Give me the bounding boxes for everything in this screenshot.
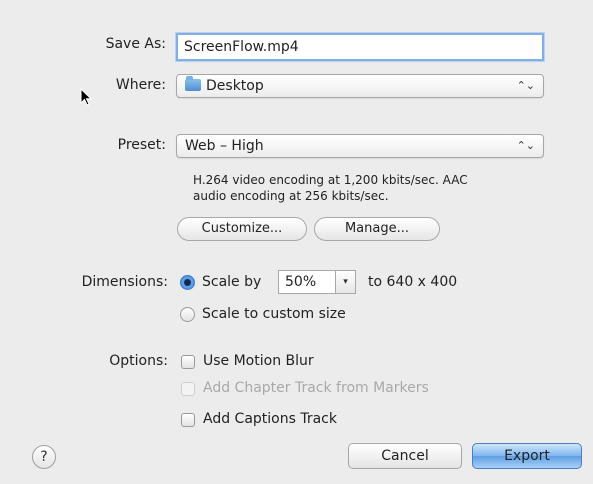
save-as-field[interactable]: ScreenFlow.mp4: [176, 33, 544, 61]
folder-icon: [185, 76, 201, 91]
scale-custom-radio[interactable]: [180, 307, 195, 322]
where-label: Where:: [115, 77, 166, 93]
popup-arrows-icon: ⌃⌄: [516, 139, 535, 152]
where-value: Desktop: [206, 78, 264, 94]
scale-by-radio[interactable]: [180, 275, 195, 290]
dimensions-label: Dimensions:: [81, 274, 168, 290]
preset-label: Preset:: [117, 137, 166, 153]
scale-by-label: Scale by: [202, 274, 262, 290]
scale-custom-label: Scale to custom size: [202, 306, 346, 322]
cancel-button[interactable]: Cancel: [348, 443, 462, 469]
captions-track-checkbox[interactable]: [181, 413, 195, 427]
manage-button[interactable]: Manage...: [314, 217, 440, 241]
chevron-down-icon: ▾: [343, 277, 348, 287]
where-popup[interactable]: Desktop ⌃⌄: [176, 74, 544, 98]
help-button[interactable]: ?: [32, 445, 56, 469]
motion-blur-label: Use Motion Blur: [203, 353, 314, 369]
popup-arrows-icon: ⌃⌄: [516, 79, 535, 92]
save-as-label: Save As:: [105, 36, 166, 52]
motion-blur-checkbox[interactable]: [181, 355, 195, 369]
mouse-cursor-icon: [80, 88, 93, 106]
scaled-size-text: to 640 x 400: [368, 274, 458, 290]
preset-value: Web – High: [185, 138, 264, 154]
options-label: Options:: [109, 353, 168, 369]
chapter-track-checkbox: [181, 382, 195, 396]
preset-description-line2: audio encoding at 256 kbits/sec.: [193, 189, 389, 203]
export-button[interactable]: Export: [472, 443, 582, 469]
preset-popup[interactable]: Web – High ⌃⌄: [176, 134, 544, 158]
customize-button[interactable]: Customize...: [177, 217, 307, 241]
chapter-track-label: Add Chapter Track from Markers: [203, 380, 429, 396]
scale-percent-field[interactable]: 50%: [278, 270, 336, 294]
preset-description-line1: H.264 video encoding at 1,200 kbits/sec.…: [193, 173, 468, 187]
captions-track-label: Add Captions Track: [203, 411, 337, 427]
scale-dropdown-button[interactable]: ▾: [336, 270, 356, 294]
